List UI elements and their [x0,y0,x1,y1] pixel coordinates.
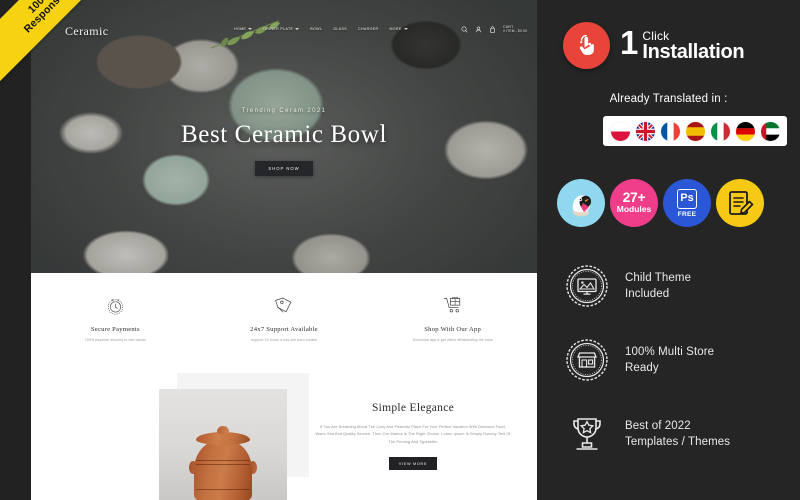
uae-flag [760,121,780,141]
service-desc: support 24 hours a day see euro modes [251,338,317,342]
cart-value: 0 ITEM - $0.00 [503,29,527,34]
nav-item-more-label: MORE [389,27,402,31]
nav-item-glass-label: GLASS [333,27,348,31]
search-icon[interactable] [461,26,468,33]
service-title: 24x7 Support Available [250,326,318,333]
clay-pot-illustration [189,423,257,500]
feature-text: 100% Multi Store Ready [625,344,714,377]
badges-row: 27+ Modules Ps FREE [557,179,764,227]
feature-text: Child Theme Included [625,270,691,303]
service-desc: Download app & get offers effastending t… [412,338,493,342]
chevron-down-icon [248,28,253,30]
nav-item-more[interactable]: MORE [389,27,408,31]
chevron-down-icon [295,28,300,30]
feature-text: Best of 2022 Templates / Themes [625,418,730,451]
france-flag [660,121,680,141]
flags-row [603,116,787,146]
germany-flag [735,121,755,141]
photoshop-free-badge: Ps FREE [663,179,711,227]
elegance-copy: Simple Elegance If You Are Dreaming Abou… [299,402,527,471]
spain-flag [685,121,705,141]
view-more-button[interactable]: VIEW MORE [389,457,437,471]
website-preview: Ceramic HOME DINNER PLATE BOWL GLASS CHA… [31,0,537,500]
elegance-title: Simple Elegance [371,402,455,414]
installation-word: Installation [642,41,745,63]
nav-item-home[interactable]: HOME [234,27,253,31]
hero-title: Best Ceramic Bowl [180,121,387,148]
nav-item-home-label: HOME [234,27,247,31]
one-click-number: 1 [620,24,638,61]
modules-count: 27+ [622,189,646,206]
services-strip: Secure Payments 100% payment security in… [31,273,537,368]
user-icon[interactable] [475,26,482,33]
service-desc: 100% payment security in met banan [84,338,146,342]
documentation-badge [716,179,764,227]
prestashop-badge [557,179,605,227]
feature-best-of-2022: Best of 2022 Templates / Themes [563,410,730,458]
service-title: Shop With Our App [424,326,482,333]
clock-icon [105,291,126,317]
nav-item-charger-label: CHARGER [358,27,379,31]
modules-badge: 27+ Modules [610,179,658,227]
nav-item-dinner-plate[interactable]: DINNER PLATE [263,27,300,31]
clay-pot-image [159,389,287,500]
multi-store-badge-icon [563,336,611,384]
cart-summary[interactable]: CART 0 ITEM - $0.00 [503,25,527,33]
modules-label: Modules [616,204,652,215]
feature-line-1: Child Theme [625,271,692,284]
feature-child-theme: Child Theme Included [563,262,691,310]
tag-icon [273,291,295,317]
hero-copy: Trending Ceram 2021 Best Ceramic Bowl SH… [31,108,537,176]
service-support: 24x7 Support Available support 24 hours … [200,273,369,368]
site-navbar[interactable]: Ceramic HOME DINNER PLATE BOWL GLASS CHA… [31,22,537,44]
service-title: Secure Payments [90,326,140,333]
navbar-actions[interactable]: CART 0 ITEM - $0.00 [461,25,527,33]
nav-item-glass[interactable]: GLASS [333,27,347,31]
elegance-body: If You Are Dreaming About The Cozy And P… [315,425,511,444]
poland-flag [610,121,630,141]
hero-subtitle: Trending Ceram 2021 [241,108,327,114]
one-click-installation: 1 Click Installation [563,22,745,69]
nav-item-charger[interactable]: CHARGER [358,27,378,31]
service-secure-payments: Secure Payments 100% payment security in… [31,273,200,368]
chevron-down-icon [403,28,408,30]
cart-gift-icon [442,291,464,317]
child-theme-badge-icon [563,262,611,310]
translated-label: Already Translated in : [609,93,728,105]
photoshop-label: Ps [680,192,694,204]
nav-item-dinner-plate-label: DINNER PLATE [263,27,294,31]
marketing-panel: 1 Click Installation Already Translated … [537,0,800,500]
service-shop-app: Shop With Our App Download app & get off… [368,273,537,368]
site-logo[interactable]: Ceramic [65,24,108,39]
nav-item-bowl-label: BOWL [310,27,323,31]
feature-line-2: Ready [625,362,659,374]
elegance-section: Simple Elegance If You Are Dreaming Abou… [31,368,537,500]
nav-menu[interactable]: HOME DINNER PLATE BOWL GLASS CHARGER MOR… [234,27,408,31]
photoshop-free-label: FREE [677,210,697,218]
feature-line-1: 100% Multi Store [625,345,715,358]
feature-line-2: Included [625,288,670,300]
cart-icon[interactable] [489,26,496,33]
shop-now-button[interactable]: SHOP NOW [255,161,313,176]
trophy-icon [563,410,611,458]
feature-multi-store: 100% Multi Store Ready [563,336,714,384]
feature-line-2: Templates / Themes [625,436,731,448]
hand-click-icon [563,22,610,69]
hero-banner: Ceramic HOME DINNER PLATE BOWL GLASS CHA… [31,0,537,273]
italy-flag [710,121,730,141]
nav-item-bowl[interactable]: BOWL [310,27,322,31]
united-kingdom-flag [635,121,655,141]
feature-line-1: Best of 2022 [625,419,691,432]
